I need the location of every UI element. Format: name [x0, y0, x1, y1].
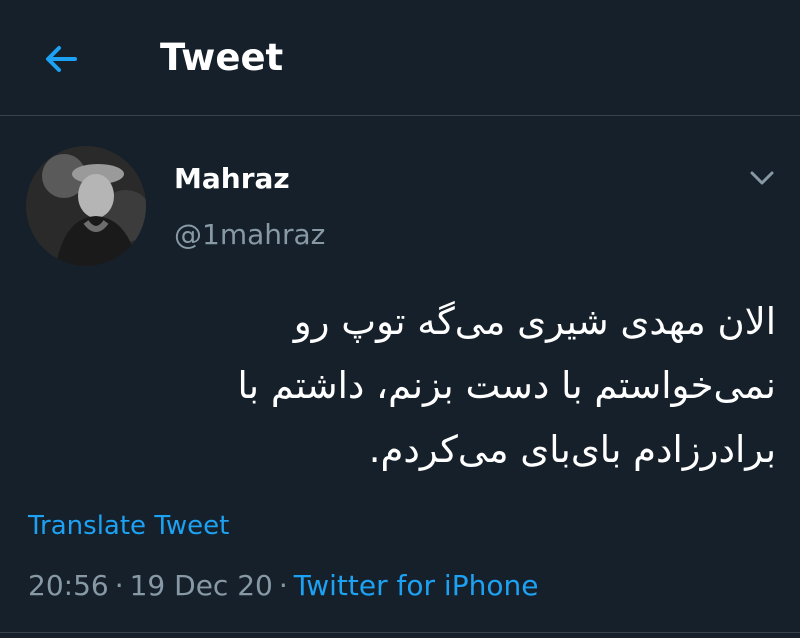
- tweet-text: الان مهدی شیری می‌گه توپ رو نمی‌خواستم ب…: [200, 290, 776, 482]
- tweet-date: 19 Dec 20: [129, 569, 273, 602]
- top-bar: Tweet: [0, 0, 800, 116]
- user-handle[interactable]: @1mahraz: [174, 216, 325, 254]
- tweet-source-link[interactable]: Twitter for iPhone: [294, 569, 539, 602]
- tweet-text-line: برادرزادم بای‌بای می‌کردم.: [368, 428, 776, 471]
- avatar[interactable]: [26, 146, 146, 266]
- tweet-time: 20:56: [28, 569, 109, 602]
- page-title: Tweet: [160, 36, 284, 79]
- arrow-left-icon: [46, 46, 77, 72]
- tweet-text-line: الان مهدی شیری می‌گه توپ رو: [293, 300, 776, 343]
- divider: [0, 632, 800, 633]
- user-avatar-icon: [26, 146, 146, 266]
- separator: ·: [278, 569, 288, 602]
- more-options-button[interactable]: [742, 160, 782, 196]
- back-button[interactable]: [38, 36, 84, 82]
- separator: ·: [114, 569, 124, 602]
- translate-tweet-link[interactable]: Translate Tweet: [28, 508, 229, 544]
- display-name[interactable]: Mahraz: [174, 160, 290, 198]
- tweet-metadata: 20:56 · 19 Dec 20 · Twitter for iPhone: [28, 566, 538, 606]
- tweet-text-line: نمی‌خواستم با دست بزنم، داشتم با: [237, 364, 776, 407]
- chevron-down-icon: [750, 171, 774, 185]
